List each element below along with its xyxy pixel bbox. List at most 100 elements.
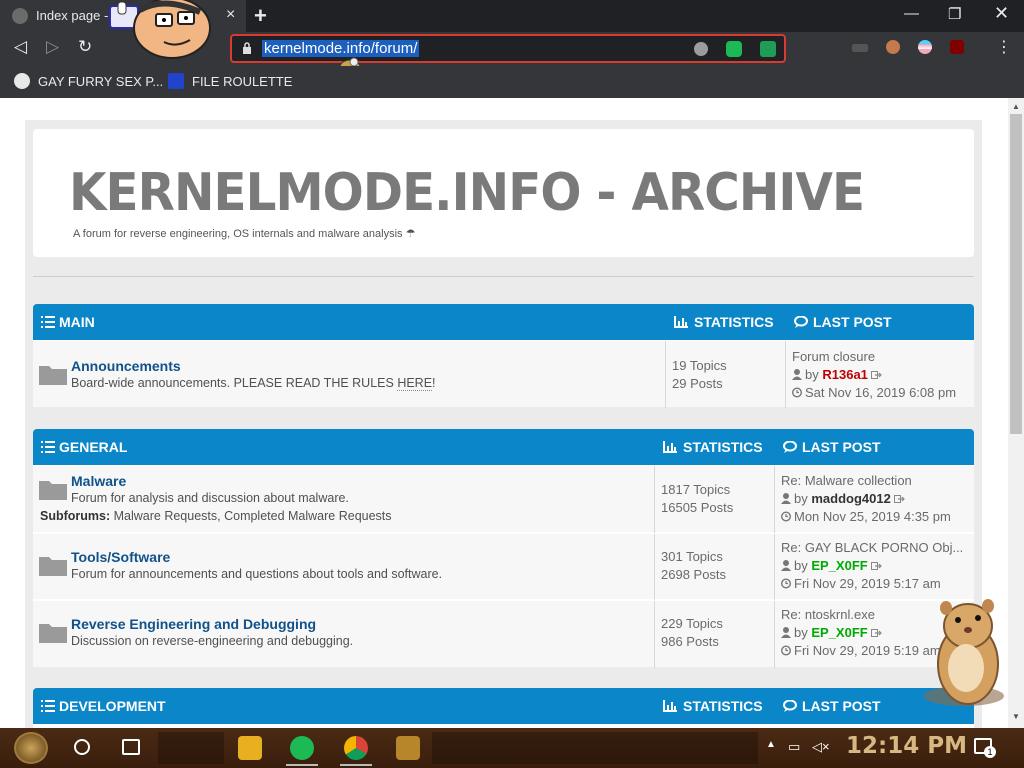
globe-icon [14, 73, 30, 89]
username-link[interactable]: R136a1 [822, 367, 868, 382]
posts-count: 986 Posts [661, 634, 719, 649]
browser-menu-button[interactable]: ⋮ [996, 37, 1012, 57]
forum-description: Board-wide announcements. PLEASE READ TH… [71, 376, 436, 391]
section-header: DEVELOPMENT STATISTICS LAST POST [33, 688, 974, 724]
section-main: MAIN STATISTICS LAST POST Announcements … [33, 304, 974, 408]
forum-page: KERNELMODE.INFO - ARCHIVE A forum for re… [25, 120, 982, 728]
last-post-title[interactable]: Re: Malware collection [781, 473, 912, 488]
bar-chart-icon [674, 316, 688, 328]
goto-post-icon[interactable] [870, 628, 882, 638]
goto-post-icon[interactable] [870, 370, 882, 380]
section-title[interactable]: GENERAL [41, 439, 127, 455]
section-title-text: DEVELOPMENT [59, 698, 166, 714]
start-button[interactable] [14, 732, 48, 764]
section-title[interactable]: MAIN [41, 314, 95, 330]
back-button[interactable]: ◁ [14, 37, 27, 57]
forum-title-link[interactable]: Announcements [71, 358, 181, 374]
task-view-icon[interactable] [122, 739, 140, 755]
address-bar[interactable]: kernelmode.info/forum/ [230, 34, 786, 63]
rules-link[interactable]: HERE [397, 376, 433, 391]
forward-button[interactable]: ▷ [46, 37, 59, 57]
ublock-ext-icon[interactable] [950, 40, 964, 54]
forum-title-link[interactable]: Malware [71, 473, 126, 489]
spotify-icon[interactable] [290, 736, 314, 760]
bookmark-label: GAY FURRY SEX P... [38, 74, 164, 89]
bookmark-item[interactable]: GAY FURRY SEX P... [14, 73, 163, 89]
site-title[interactable]: KERNELMODE.INFO - ARCHIVE [69, 163, 865, 223]
scroll-down-icon[interactable]: ▼ [1012, 712, 1020, 721]
globe-icon [12, 8, 28, 24]
last-post-author: by maddog4012 [781, 491, 905, 506]
last-post-title[interactable]: Re: GAY BLACK PORNO Obj... [781, 540, 963, 555]
clock-icon [781, 645, 791, 656]
reload-button[interactable]: ↻ [78, 37, 92, 57]
search-icon[interactable] [74, 739, 90, 755]
goto-post-icon[interactable] [870, 561, 882, 571]
pride-ext-icon[interactable] [918, 40, 932, 54]
file-explorer-icon[interactable] [238, 736, 262, 760]
last-post-time: Fri Nov 29, 2019 5:19 am [781, 643, 941, 658]
adguard-ext-icon[interactable] [760, 41, 776, 57]
goto-post-icon[interactable] [893, 494, 905, 504]
last-post-label: LAST POST [802, 439, 881, 455]
page-scrollbar[interactable]: ▲ ▼ [1008, 98, 1024, 728]
forum-description: Forum for announcements and questions ab… [71, 567, 443, 581]
username-link[interactable]: EP_X0FF [811, 558, 867, 573]
by-label: by [794, 625, 808, 640]
folder-icon [39, 557, 67, 576]
by-label: by [805, 367, 819, 382]
user-icon [781, 560, 791, 571]
network-icon[interactable]: ▭ [788, 739, 800, 755]
section-header: GENERAL STATISTICS LAST POST [33, 429, 974, 465]
section-title[interactable]: DEVELOPMENT [41, 698, 166, 714]
column-divider [665, 341, 666, 408]
chrome-icon[interactable] [344, 736, 368, 760]
minimize-button[interactable]: — [904, 5, 919, 22]
bookmark-item[interactable]: FILE ROULETTE [168, 73, 292, 89]
last-post-title[interactable]: Forum closure [792, 349, 875, 364]
last-post-time-text: Sat Nov 16, 2019 6:08 pm [805, 385, 957, 400]
maximize-button[interactable]: ❐ [948, 5, 961, 23]
username-link[interactable]: EP_X0FF [811, 625, 867, 640]
comments-icon [794, 316, 808, 328]
tray-expand-icon[interactable]: ▲ [766, 739, 776, 750]
volume-icon[interactable]: ◁× [812, 739, 830, 755]
topics-count: 19 Topics [672, 358, 727, 373]
forum-row: Announcements Board-wide announcements. … [33, 340, 974, 408]
game-icon[interactable] [396, 736, 420, 760]
forum-row: Reverse Engineering and Debugging Discus… [33, 600, 974, 668]
section-title-text: GENERAL [59, 439, 128, 455]
scrollbar-thumb[interactable] [1010, 114, 1022, 434]
posts-count: 2698 Posts [661, 567, 727, 582]
statistics-header: STATISTICS [663, 439, 763, 455]
new-tab-button[interactable]: + [254, 3, 267, 29]
file-roulette-icon [168, 73, 184, 89]
avatar-ext-icon[interactable] [886, 40, 900, 54]
last-post-author: by EP_X0FF [781, 625, 882, 640]
list-icon [41, 441, 55, 453]
folder-icon [39, 366, 67, 385]
subforum-links[interactable]: Malware Requests, Completed Malware Requ… [114, 509, 392, 523]
last-post-author: by R136a1 [792, 367, 882, 382]
shield-ext-icon[interactable] [694, 42, 708, 56]
statistics-label: STATISTICS [683, 698, 763, 714]
tab-title: Index page - [36, 8, 109, 23]
ext-placeholder-icon[interactable] [852, 44, 868, 52]
last-post-title[interactable]: Re: ntoskrnl.exe [781, 607, 875, 622]
forum-title-link[interactable]: Tools/Software [71, 549, 170, 565]
url-text[interactable]: kernelmode.info/forum/ [262, 40, 420, 57]
spotify-ext-icon[interactable] [726, 41, 742, 57]
site-header: KERNELMODE.INFO - ARCHIVE A forum for re… [33, 129, 974, 257]
topics-count: 229 Topics [661, 616, 723, 631]
forum-title-link[interactable]: Reverse Engineering and Debugging [71, 616, 316, 632]
taskbar-clock[interactable]: 12:14 PM [846, 733, 967, 759]
scroll-up-icon[interactable]: ▲ [1012, 102, 1020, 111]
last-post-label: LAST POST [802, 698, 881, 714]
clock-icon [781, 578, 791, 589]
statistics-label: STATISTICS [694, 314, 774, 330]
tab-close-icon[interactable]: × [226, 6, 235, 24]
clock-icon [781, 511, 791, 522]
close-window-button[interactable]: ✕ [994, 3, 1009, 24]
lock-icon [243, 42, 251, 54]
username-link[interactable]: maddog4012 [811, 491, 890, 506]
